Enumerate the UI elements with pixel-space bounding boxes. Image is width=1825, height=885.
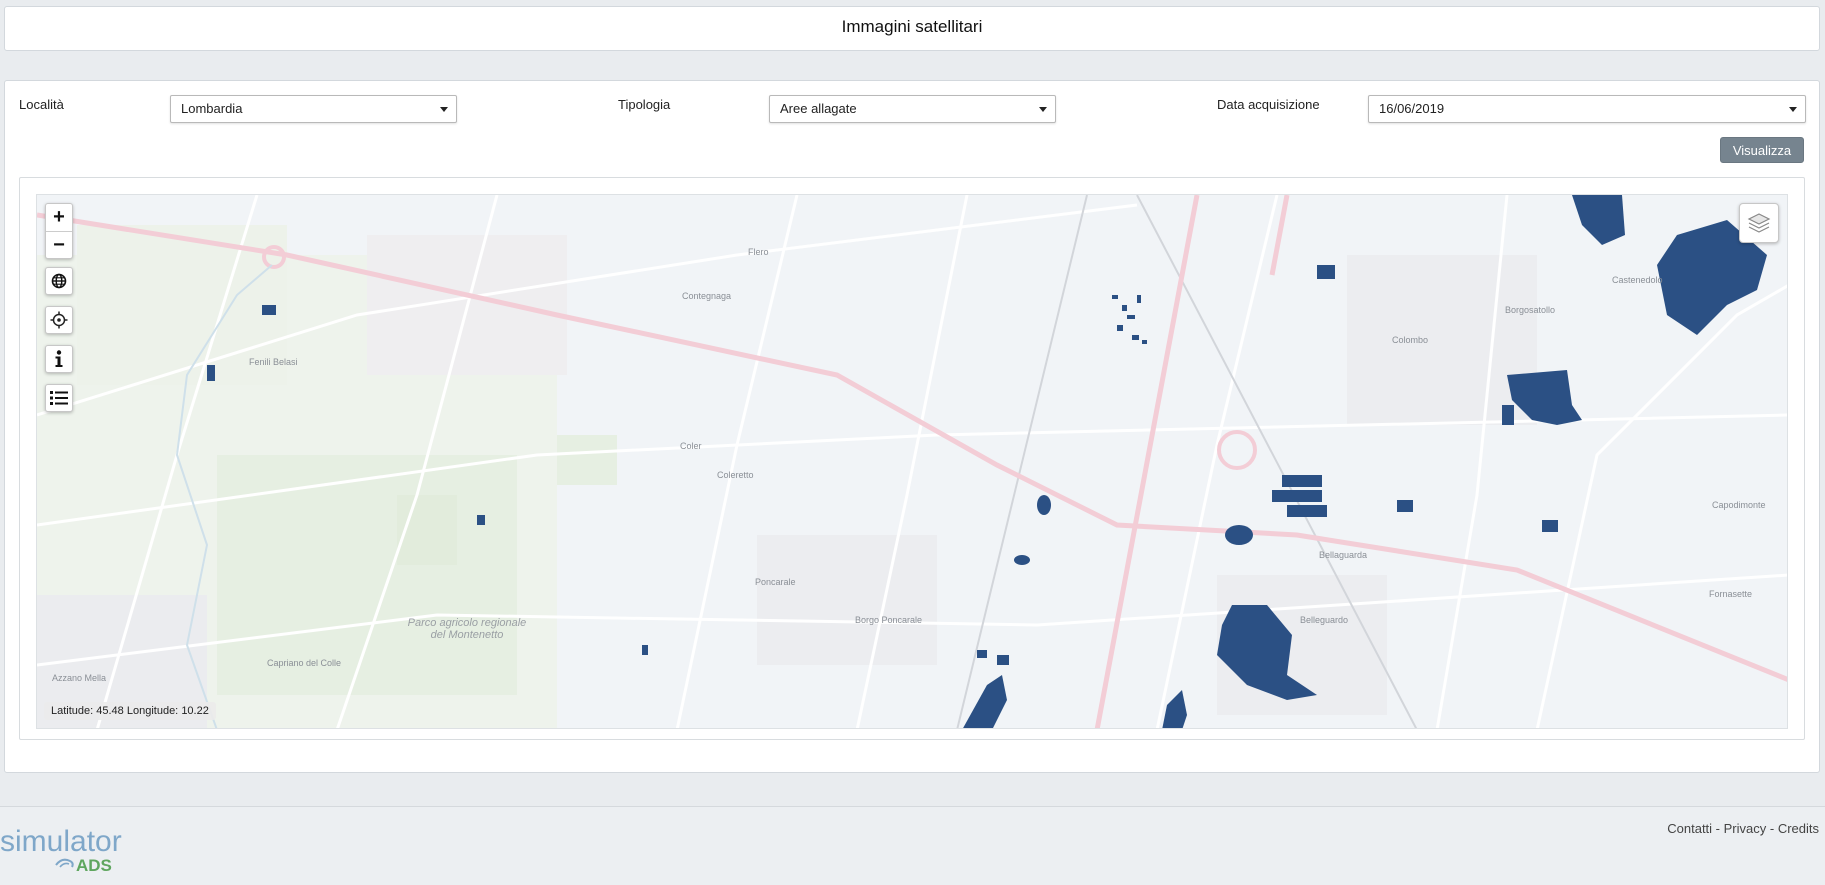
- credits-link[interactable]: Credits: [1778, 821, 1819, 836]
- simulator-ads-logo: simulator ADS: [0, 825, 122, 873]
- map-label: Coleretto: [717, 470, 754, 480]
- map-label: Capriano del Colle: [267, 658, 342, 668]
- map-label: Bellaguarda: [1319, 550, 1368, 560]
- map-label: Belleguardo: [1300, 615, 1349, 625]
- logo-text-ads: ADS: [76, 856, 112, 873]
- latitude-label: Latitude:: [51, 705, 94, 717]
- zoom-out-button[interactable]: −: [46, 231, 72, 258]
- map-basemap: [37, 195, 1787, 728]
- list-icon: [50, 391, 68, 405]
- map-label: Contegnaga: [682, 291, 732, 301]
- location-select[interactable]: Lombardia: [170, 95, 457, 123]
- footer-links: Contatti - Privacy - Credits: [1667, 821, 1819, 836]
- chevron-down-icon: [440, 107, 448, 112]
- main-panel: Località Lombardia Tipologia Aree allaga…: [4, 80, 1820, 773]
- location-label: Località: [19, 97, 64, 112]
- map-label: Poncarale: [755, 577, 796, 587]
- visualizza-button[interactable]: Visualizza: [1720, 137, 1804, 163]
- map-label: Borgo Poncarale: [855, 615, 923, 625]
- map-container: Fenili Belasi Azzano Mella Capriano del …: [19, 177, 1805, 740]
- info-icon: [55, 350, 63, 367]
- zoom-in-button[interactable]: +: [46, 204, 72, 231]
- type-label: Tipologia: [618, 97, 671, 112]
- map-label: Borgosatollo: [1505, 305, 1556, 315]
- map-label: Colombo: [1392, 335, 1429, 345]
- page-header: Immagini satellitari: [4, 6, 1820, 51]
- layer-switcher-button[interactable]: [1739, 203, 1779, 243]
- latitude-value: 45.48: [96, 705, 124, 717]
- date-select-value: 16/06/2019: [1379, 101, 1445, 116]
- chevron-down-icon: [1039, 107, 1047, 112]
- page-title: Immagini satellitari: [841, 17, 983, 36]
- map-label: Azzano Mella: [52, 673, 107, 683]
- type-select[interactable]: Aree allagate: [769, 95, 1056, 123]
- link-separator: -: [1766, 821, 1778, 836]
- type-select-value: Aree allagate: [780, 101, 857, 116]
- map-label: Parco agricolo regionale del Montenetto: [407, 617, 527, 641]
- date-label: Data acquisizione: [1217, 97, 1320, 112]
- locate-button[interactable]: [45, 306, 73, 334]
- map-label: Coler: [680, 441, 702, 451]
- map-label: Capodimonte: [1712, 500, 1766, 510]
- legend-button[interactable]: [45, 384, 73, 412]
- contatti-link[interactable]: Contatti: [1667, 821, 1712, 836]
- map-viewport[interactable]: Fenili Belasi Azzano Mella Capriano del …: [36, 194, 1788, 729]
- link-separator: -: [1712, 821, 1724, 836]
- chevron-down-icon: [1789, 107, 1797, 112]
- footer: simulator ADS Contatti - Privacy - Credi…: [0, 806, 1825, 885]
- map-label: Flero: [748, 247, 769, 257]
- info-button[interactable]: [45, 345, 73, 373]
- map-label: Fenili Belasi: [249, 357, 298, 367]
- coordinates-readout: Latitude: 45.48 Longitude: 10.22: [44, 702, 216, 720]
- date-select[interactable]: 16/06/2019: [1368, 95, 1806, 123]
- crosshair-icon: [50, 311, 68, 329]
- longitude-label: Longitude:: [126, 705, 179, 717]
- layers-icon: [1747, 213, 1771, 233]
- logo-text-simulator: simulator: [0, 825, 122, 858]
- zoom-control: + −: [45, 203, 73, 259]
- globe-button[interactable]: [45, 267, 73, 295]
- longitude-value: 10.22: [181, 705, 209, 717]
- privacy-link[interactable]: Privacy: [1724, 821, 1767, 836]
- location-select-value: Lombardia: [181, 101, 243, 116]
- globe-icon: [51, 273, 67, 289]
- map-label: Fornasette: [1709, 589, 1753, 599]
- map-label: Castenedolo: [1612, 275, 1663, 285]
